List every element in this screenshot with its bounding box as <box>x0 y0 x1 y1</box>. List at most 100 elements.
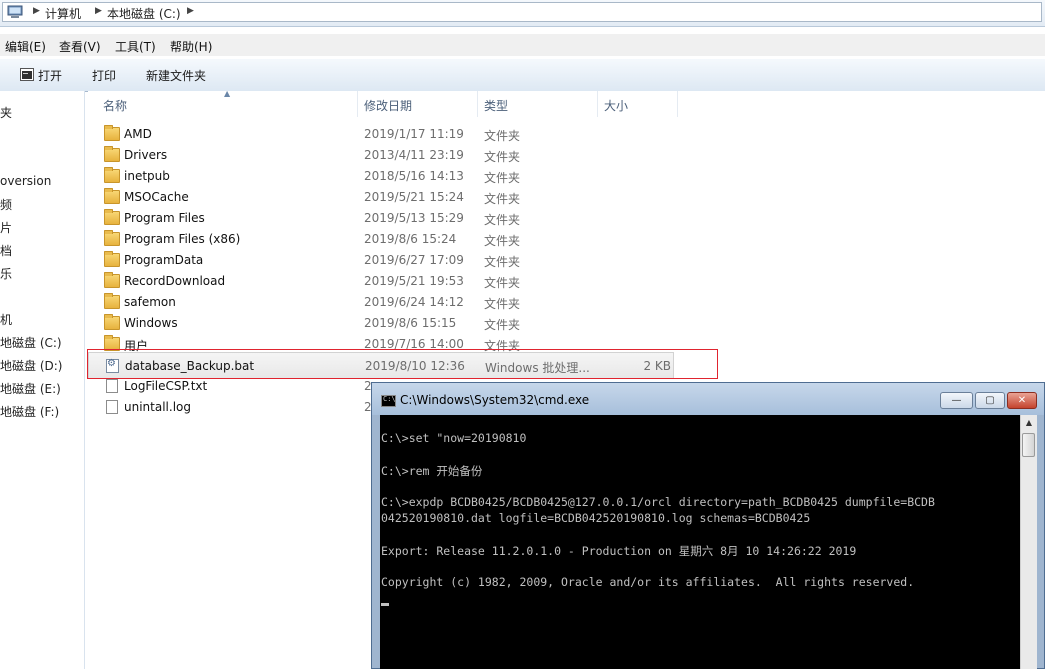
breadcrumb-computer[interactable]: 计算机 <box>45 5 81 22</box>
close-button[interactable]: ✕ <box>1007 392 1037 409</box>
file-date: 2019/7/16 14:00 <box>364 337 464 351</box>
file-date: 2018/5/16 14:13 <box>364 169 464 183</box>
file-date: 2019/5/13 15:29 <box>364 211 464 225</box>
file-type: 文件夹 <box>484 171 521 185</box>
column-divider[interactable] <box>357 91 358 117</box>
file-type: Windows 批处理... <box>485 361 590 375</box>
cmd-app-icon[interactable]: C:\ <box>381 395 396 407</box>
file-type: 文件夹 <box>484 213 521 227</box>
nav-item-drive-c[interactable]: 地磁盘 (C:) <box>0 334 62 351</box>
menu-view[interactable]: 查看(V) <box>59 38 101 55</box>
menu-tools[interactable]: 工具(T) <box>115 38 156 55</box>
column-name-header[interactable]: 名称 <box>103 97 127 114</box>
print-button[interactable]: 打印 <box>92 67 116 84</box>
column-size-header[interactable]: 大小 <box>604 97 628 114</box>
file-name: unintall.log <box>124 400 191 414</box>
scroll-up-arrow-icon[interactable]: ▲ <box>1021 415 1037 431</box>
cmd-scrollbar[interactable]: ▲ <box>1020 415 1037 669</box>
open-button[interactable]: 打开 <box>38 67 62 84</box>
file-name: LogFileCSP.txt <box>124 379 208 393</box>
folder-icon <box>104 230 120 246</box>
file-name: ProgramData <box>124 253 204 267</box>
file-date: 2013/4/11 23:19 <box>364 148 464 162</box>
file-type: 文件夹 <box>484 297 521 311</box>
nav-item-music[interactable]: 乐 <box>0 265 12 282</box>
file-row[interactable]: RecordDownload 2019/5/21 19:53 文件夹 <box>88 271 688 292</box>
file-row[interactable]: ProgramData 2019/6/27 17:09 文件夹 <box>88 250 688 271</box>
nav-item-computer[interactable]: 机 <box>0 311 12 328</box>
file-name: Program Files <box>124 211 205 225</box>
menu-help[interactable]: 帮助(H) <box>170 38 212 55</box>
nav-item-drive-d[interactable]: 地磁盘 (D:) <box>0 357 62 374</box>
file-row[interactable]: Program Files 2019/5/13 15:29 文件夹 <box>88 208 688 229</box>
folder-icon <box>104 125 120 141</box>
file-row[interactable]: safemon 2019/6/24 14:12 文件夹 <box>88 292 688 313</box>
text-file-icon <box>106 400 118 414</box>
cmd-title-bar[interactable]: C:\ C:\Windows\System32\cmd.exe — ▢ ✕ <box>372 383 1044 415</box>
minimize-icon: — <box>951 395 962 406</box>
batch-file-icon <box>106 358 119 373</box>
file-row[interactable]: inetpub 2018/5/16 14:13 文件夹 <box>88 166 688 187</box>
column-divider[interactable] <box>677 91 678 117</box>
breadcrumb-local-disk-c[interactable]: 本地磁盘 (C:) <box>107 5 181 22</box>
file-name: safemon <box>124 295 176 309</box>
breadcrumb-arrow-icon[interactable]: ▶ <box>95 6 102 16</box>
nav-item-folder[interactable]: 夹 <box>0 104 12 121</box>
folder-icon <box>104 314 120 330</box>
file-row[interactable]: MSOCache 2019/5/21 15:24 文件夹 <box>88 187 688 208</box>
nav-item-videos[interactable]: 频 <box>0 196 12 213</box>
column-divider[interactable] <box>597 91 598 117</box>
menu-edit[interactable]: 编辑(E) <box>5 38 46 55</box>
maximize-button[interactable]: ▢ <box>975 392 1005 409</box>
scroll-thumb[interactable] <box>1022 433 1035 457</box>
console-cursor <box>381 603 389 606</box>
address-bar: ▶ 计算机 ▶ 本地磁盘 (C:) ▶ <box>0 0 1045 27</box>
maximize-icon: ▢ <box>985 395 995 406</box>
navigation-pane: 夹 oversion 频 片 档 乐 机 地磁盘 (C:) 地磁盘 (D:) 地… <box>0 91 85 669</box>
file-name: inetpub <box>124 169 170 183</box>
console-line: C:\>expdp BCDB0425/BCDB0425@127.0.0.1/or… <box>381 495 935 509</box>
console-line: 042520190810.dat logfile=BCDB04252019081… <box>381 511 811 525</box>
breadcrumb-arrow-icon[interactable]: ▶ <box>33 6 40 16</box>
folder-icon <box>104 146 120 162</box>
folder-icon <box>104 209 120 225</box>
breadcrumb-arrow-icon[interactable]: ▶ <box>187 6 194 16</box>
file-row[interactable]: Program Files (x86) 2019/8/6 15:24 文件夹 <box>88 229 688 250</box>
nav-item-documents[interactable]: 档 <box>0 242 12 259</box>
column-divider[interactable] <box>477 91 478 117</box>
address-field[interactable]: ▶ 计算机 ▶ 本地磁盘 (C:) ▶ <box>2 2 1042 22</box>
cmd-window[interactable]: C:\ C:\Windows\System32\cmd.exe — ▢ ✕ C:… <box>371 382 1045 669</box>
folder-icon <box>104 188 120 204</box>
nav-item-drive-e[interactable]: 地磁盘 (E:) <box>0 380 61 397</box>
console-line: C:\>set "now=20190810 <box>381 431 527 445</box>
file-date: 2019/5/21 15:24 <box>364 190 464 204</box>
nav-item-subversion[interactable]: oversion <box>0 174 51 188</box>
console-line: C:\>rem 开始备份 <box>381 464 483 478</box>
file-row[interactable]: AMD 2019/1/17 11:19 文件夹 <box>88 124 688 145</box>
column-type-header[interactable]: 类型 <box>484 97 508 114</box>
text-file-icon <box>106 379 118 393</box>
nav-item-pictures[interactable]: 片 <box>0 219 12 236</box>
folder-icon <box>104 272 120 288</box>
cmd-console[interactable]: C:\>set "now=20190810 C:\>rem 开始备份 C:\>e… <box>380 415 1020 669</box>
file-name: Drivers <box>124 148 168 162</box>
column-date-header[interactable]: 修改日期 <box>364 97 412 114</box>
file-row[interactable]: Windows 2019/8/6 15:15 文件夹 <box>88 313 688 334</box>
cmd-window-title: C:\Windows\System32\cmd.exe <box>400 393 590 407</box>
file-name: RecordDownload <box>124 274 226 288</box>
file-date: 2019/1/17 11:19 <box>364 127 464 141</box>
folder-icon <box>104 167 120 183</box>
nav-item-drive-f[interactable]: 地磁盘 (F:) <box>0 403 59 420</box>
file-type: 文件夹 <box>484 129 521 143</box>
folder-icon <box>104 251 120 267</box>
file-row[interactable]: database_Backup.bat 2019/8/10 12:36 Window… <box>88 352 674 379</box>
menu-bar: 编辑(E) 查看(V) 工具(T) 帮助(H) <box>0 34 1045 56</box>
file-date: 2019/8/6 15:15 <box>364 316 457 330</box>
file-date: 2019/5/21 19:53 <box>364 274 464 288</box>
file-date: 2019/8/6 15:24 <box>364 232 457 246</box>
minimize-button[interactable]: — <box>940 392 973 409</box>
file-name: Windows <box>124 316 178 330</box>
file-name: AMD <box>124 127 152 141</box>
new-folder-button[interactable]: 新建文件夹 <box>146 67 206 84</box>
file-row[interactable]: Drivers 2013/4/11 23:19 文件夹 <box>88 145 688 166</box>
